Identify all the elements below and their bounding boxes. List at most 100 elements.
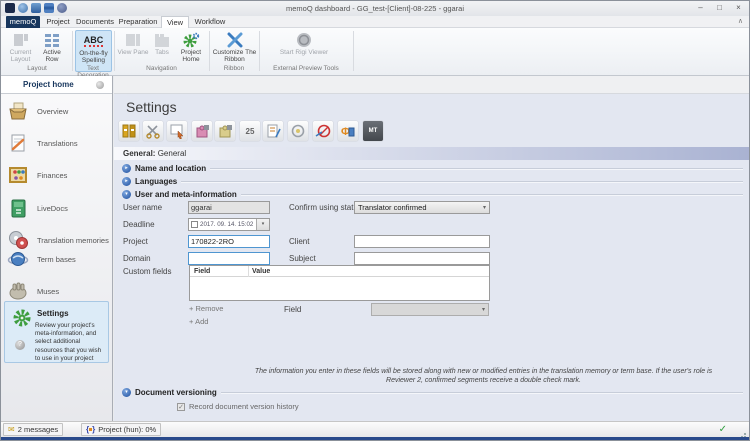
current-layout-button[interactable]: Current Layout bbox=[5, 30, 36, 64]
subject-field[interactable] bbox=[354, 252, 490, 265]
tm-settings-icon[interactable] bbox=[192, 121, 212, 141]
maximize-button[interactable]: □ bbox=[713, 2, 726, 14]
plus-icon: + bbox=[189, 317, 193, 326]
gear-icon bbox=[175, 31, 207, 49]
pin-icon[interactable] bbox=[96, 81, 104, 89]
client-label: Client bbox=[289, 237, 309, 246]
page-title: Settings bbox=[126, 99, 177, 115]
meta-info-note: The information you enter in these field… bbox=[241, 367, 726, 386]
ignore-lists-icon[interactable] bbox=[263, 121, 283, 141]
deadline-checkbox[interactable] bbox=[191, 221, 198, 228]
help-icon: ? bbox=[15, 340, 25, 350]
expand-icon[interactable]: ▸ bbox=[122, 177, 131, 186]
confirm-status-label: Confirm using status bbox=[289, 203, 362, 212]
tab-documents[interactable]: Documents bbox=[75, 16, 115, 28]
status-bar: ✉ 2 messages {} Project (hun): 0% ✓ bbox=[1, 421, 749, 437]
section-languages[interactable]: ▸ Languages bbox=[122, 177, 743, 186]
envelope-icon: ✉ bbox=[8, 426, 15, 434]
group-label-ribbon: Ribbon bbox=[209, 65, 259, 72]
auto-translation-rules-icon[interactable]: 25 bbox=[240, 121, 260, 141]
project-field[interactable] bbox=[188, 235, 270, 248]
sidebar-item-livedocs[interactable]: LiveDocs bbox=[7, 197, 68, 219]
close-button[interactable]: × bbox=[732, 2, 745, 14]
sidebar-item-translations[interactable]: Translations bbox=[7, 132, 78, 154]
non-translatables-icon[interactable] bbox=[313, 121, 333, 141]
project-progress: Project (hun): 0% bbox=[98, 425, 156, 434]
tab-memoq[interactable]: memoQ bbox=[6, 16, 40, 28]
view-pane-button[interactable]: View Pane bbox=[117, 30, 149, 56]
add-custom-field-link[interactable]: + Add bbox=[189, 317, 208, 326]
livedocs-icon bbox=[7, 197, 29, 219]
collapse-icon[interactable]: ▾ bbox=[122, 190, 131, 199]
settings-gear-icon bbox=[11, 307, 33, 329]
collapse-ribbon-icon[interactable]: ∧ bbox=[738, 17, 743, 25]
sidebar-item-overview[interactable]: Overview bbox=[7, 100, 68, 122]
title-bar: memoQ dashboard - GG_test-[Client]-08-22… bbox=[1, 1, 749, 16]
sidebar-item-muses[interactable]: Muses bbox=[7, 280, 59, 302]
messages-count: 2 messages bbox=[18, 425, 58, 434]
segmentation-rules-icon[interactable] bbox=[143, 121, 163, 141]
chevron-down-icon: ▾ bbox=[483, 202, 486, 214]
client-field[interactable] bbox=[354, 235, 490, 248]
deadline-label: Deadline bbox=[123, 220, 155, 229]
livedocs-settings-icon[interactable] bbox=[215, 121, 235, 141]
customize-ribbon-button[interactable]: Customize The Ribbon bbox=[212, 30, 257, 64]
window-bottom-border bbox=[1, 437, 749, 441]
section-user-meta[interactable]: ▾ User and meta-information bbox=[122, 190, 743, 199]
tabs-icon bbox=[150, 31, 174, 49]
project-home-button[interactable]: Project Home bbox=[175, 30, 207, 64]
tabs-button[interactable]: Tabs bbox=[150, 30, 174, 56]
qa-settings-icon[interactable] bbox=[167, 121, 187, 141]
collapse-icon[interactable]: ▾ bbox=[122, 388, 131, 397]
deadline-field[interactable]: 2017. 09. 14. 15:02 ▾ bbox=[188, 218, 270, 231]
tab-preparation[interactable]: Preparation bbox=[117, 16, 159, 28]
window-title: memoQ dashboard - GG_test-[Client]-08-22… bbox=[1, 4, 749, 13]
rigi-viewer-icon bbox=[271, 31, 337, 49]
status-ok-icon: ✓ bbox=[719, 424, 727, 435]
lqa-models-icon[interactable]: Φ bbox=[338, 121, 358, 141]
active-row-button[interactable]: Active Row bbox=[37, 30, 67, 64]
field-select: ▾ bbox=[371, 303, 489, 316]
section-name-and-location[interactable]: ▸ Name and location bbox=[122, 164, 743, 173]
settings-description: Review your project's meta-information, … bbox=[35, 322, 107, 363]
start-rigi-viewer-button[interactable]: Start Rigi Viewer bbox=[271, 30, 337, 56]
column-header-field[interactable]: Field bbox=[194, 266, 210, 277]
messages-panel[interactable]: ✉ 2 messages bbox=[3, 423, 63, 436]
column-header-value[interactable]: Value bbox=[252, 266, 270, 277]
section-document-versioning[interactable]: ▾ Document versioning bbox=[122, 388, 743, 397]
tab-project[interactable]: Project bbox=[43, 16, 73, 28]
domain-label: Domain bbox=[123, 254, 151, 263]
project-progress-panel[interactable]: {} Project (hun): 0% bbox=[81, 423, 161, 436]
translations-icon bbox=[7, 132, 29, 154]
sidebar-item-finances[interactable]: Finances bbox=[7, 164, 67, 186]
calendar-icon[interactable]: ▾ bbox=[256, 219, 269, 230]
rows-icon bbox=[37, 31, 67, 49]
overview-icon bbox=[7, 100, 29, 122]
user-name-label: User name bbox=[123, 203, 162, 212]
record-version-history-row: ✓ Record document version history bbox=[177, 402, 299, 411]
resize-grip[interactable] bbox=[740, 430, 746, 436]
subject-label: Subject bbox=[289, 254, 316, 263]
sidebar-item-settings[interactable]: Settings Review your project's meta-info… bbox=[4, 301, 109, 363]
machine-translation-icon[interactable]: MT bbox=[363, 121, 383, 141]
minimize-button[interactable]: – bbox=[694, 2, 707, 14]
confirm-status-select[interactable]: Translator confirmed ▾ bbox=[354, 201, 490, 214]
record-version-history-checkbox[interactable]: ✓ bbox=[177, 403, 185, 411]
layout-icon bbox=[5, 31, 36, 49]
tab-workflow[interactable]: Workflow bbox=[191, 16, 229, 28]
domain-field[interactable] bbox=[188, 252, 270, 265]
muses-icon bbox=[7, 280, 29, 302]
general-settings-icon[interactable] bbox=[119, 121, 139, 141]
custom-fields-table[interactable]: Field Value bbox=[189, 265, 490, 301]
tab-view[interactable]: View bbox=[161, 16, 189, 28]
font-substitution-icon[interactable] bbox=[288, 121, 308, 141]
sidebar-item-term-bases[interactable]: Term bases bbox=[7, 248, 76, 270]
remove-custom-field-link[interactable]: + Remove bbox=[189, 304, 223, 313]
ribbon-tab-bar: memoQ Project Documents Preparation View… bbox=[1, 16, 749, 28]
record-version-history-label: Record document version history bbox=[189, 402, 299, 411]
ribbon: Current Layout Active Row ABC On-the-fly… bbox=[1, 28, 749, 76]
project-label: Project bbox=[123, 237, 148, 246]
term-bases-icon bbox=[7, 248, 29, 270]
field-label: Field bbox=[284, 305, 301, 314]
expand-icon[interactable]: ▸ bbox=[122, 164, 131, 173]
